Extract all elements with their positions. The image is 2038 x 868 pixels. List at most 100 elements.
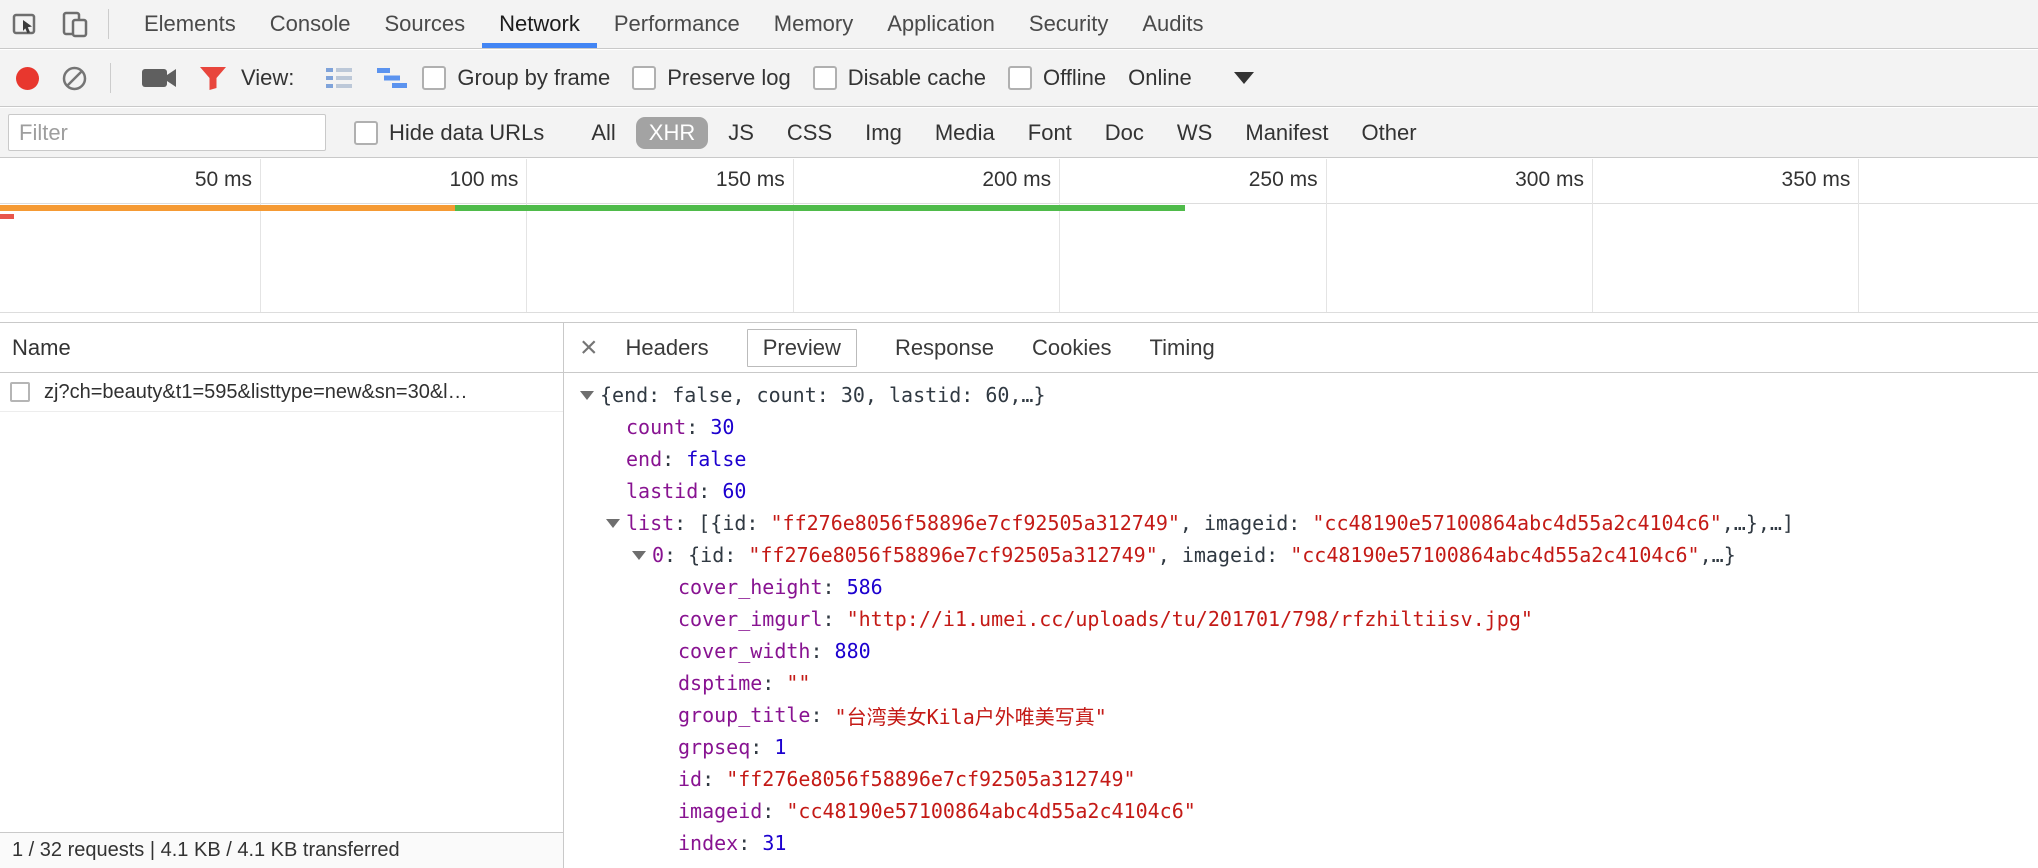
json-segment-num: 30 <box>710 415 734 439</box>
device-toolbar-button[interactable] <box>50 0 100 48</box>
json-segment-str: "" <box>786 671 810 695</box>
preview-tree-row[interactable]: dsptime: "" <box>564 667 2038 699</box>
name-column-header[interactable]: Name <box>0 323 563 373</box>
tree-expander-icon[interactable] <box>578 379 600 411</box>
throttling-dropdown-icon[interactable] <box>1234 72 1254 84</box>
funnel-icon <box>199 66 227 91</box>
clear-icon <box>61 65 88 92</box>
tree-indent-spacer <box>656 731 678 763</box>
json-segment-plain: : <box>698 479 722 503</box>
network-summary-bar: 1 / 32 requests | 4.1 KB / 4.1 KB transf… <box>0 832 563 868</box>
filter-type-font[interactable]: Font <box>1015 117 1085 149</box>
json-segment-str: "ff276e8056f58896e7cf92505a312749" <box>748 543 1157 567</box>
filter-type-xhr[interactable]: XHR <box>636 117 708 149</box>
filter-type-doc[interactable]: Doc <box>1092 117 1157 149</box>
json-segment-key: dsptime <box>678 671 762 695</box>
tree-indent-spacer <box>604 443 626 475</box>
preview-tree-row[interactable]: index: 31 <box>564 827 2038 859</box>
tab-elements[interactable]: Elements <box>127 0 253 48</box>
timeline-gridline <box>1326 159 1327 312</box>
preview-tree-row[interactable]: count: 30 <box>564 411 2038 443</box>
checkbox-icon <box>632 66 656 90</box>
tree-expander-icon[interactable] <box>604 507 626 539</box>
preview-tree-row[interactable]: grpseq: 1 <box>564 731 2038 763</box>
filter-toggle-button[interactable] <box>191 50 235 106</box>
disable-cache-checkbox[interactable]: Disable cache <box>813 65 986 91</box>
offline-checkbox[interactable]: Offline <box>1008 65 1106 91</box>
overview-request-bar[interactable] <box>455 205 1185 211</box>
preview-tree-row[interactable]: cover_imgurl: "http://i1.umei.cc/uploads… <box>564 603 2038 635</box>
clear-button[interactable] <box>53 50 96 106</box>
json-segment-key: cover_width <box>678 639 810 663</box>
filter-type-media[interactable]: Media <box>922 117 1008 149</box>
preview-tree-row[interactable]: cover_width: 880 <box>564 635 2038 667</box>
tree-indent-spacer <box>656 795 678 827</box>
hide-data-urls-checkbox[interactable]: Hide data URLs <box>354 120 544 146</box>
tab-audits[interactable]: Audits <box>1125 0 1220 48</box>
tree-expander-icon[interactable] <box>630 539 652 571</box>
preview-tree-row[interactable]: group_title: "台湾美女Kila户外唯美写真" <box>564 699 2038 731</box>
json-preview-tree: {end: false, count: 30, lastid: 60,…} cou… <box>564 373 2038 868</box>
tab-memory[interactable]: Memory <box>757 0 870 48</box>
hide-data-urls-label: Hide data URLs <box>389 120 544 146</box>
filter-type-all[interactable]: All <box>578 117 628 149</box>
close-details-button[interactable]: × <box>580 333 598 363</box>
overview-request-bar[interactable] <box>0 214 14 219</box>
filter-type-css[interactable]: CSS <box>774 117 845 149</box>
detail-tab-preview[interactable]: Preview <box>747 329 857 367</box>
timeline-overview[interactable]: 50 ms100 ms150 ms200 ms250 ms300 ms350 m… <box>0 159 2038 313</box>
json-segment-plain: : <box>686 415 710 439</box>
json-segment-key: end <box>626 447 662 471</box>
detail-tab-cookies[interactable]: Cookies <box>1032 330 1111 366</box>
panel-tabs: Elements Console Sources Network Perform… <box>127 0 1221 48</box>
preview-tree-row[interactable]: {end: false, count: 30, lastid: 60,…} <box>564 379 2038 411</box>
request-details-panel: × Headers Preview Response Cookies Timin… <box>564 323 2038 868</box>
detail-tab-headers[interactable]: Headers <box>626 330 709 366</box>
inspect-cursor-icon <box>10 9 40 39</box>
tab-console[interactable]: Console <box>253 0 368 48</box>
group-by-frame-label: Group by frame <box>457 65 610 91</box>
device-toolbar-icon <box>60 9 90 39</box>
tab-sources[interactable]: Sources <box>367 0 482 48</box>
inspect-element-button[interactable] <box>0 0 50 48</box>
json-segment-num: 586 <box>847 575 883 599</box>
filter-type-manifest[interactable]: Manifest <box>1232 117 1341 149</box>
filter-type-other[interactable]: Other <box>1349 117 1430 149</box>
preview-tree-row[interactable]: cover_height: 586 <box>564 571 2038 603</box>
throttling-select[interactable]: Online <box>1128 65 1192 91</box>
json-segment-num: 1 <box>774 735 786 759</box>
tab-performance[interactable]: Performance <box>597 0 757 48</box>
preview-tree-row[interactable]: end: false <box>564 443 2038 475</box>
json-segment-plain: : <box>662 447 686 471</box>
capture-screenshots-button[interactable] <box>133 50 185 106</box>
preview-tree-row[interactable]: imageid: "cc48190e57100864abc4d55a2c4104… <box>564 795 2038 827</box>
preview-tree-row[interactable]: id: "ff276e8056f58896e7cf92505a312749" <box>564 763 2038 795</box>
preserve-log-checkbox[interactable]: Preserve log <box>632 65 791 91</box>
filter-input[interactable] <box>8 114 326 151</box>
network-filter-bar: Hide data URLs All XHR JS CSS Img Media … <box>0 108 2038 158</box>
show-overview-button[interactable] <box>368 50 416 106</box>
filter-type-js[interactable]: JS <box>715 117 767 149</box>
json-segment-plain: {end: false, count: 30, lastid: 60,…} <box>600 383 1046 407</box>
camera-icon <box>141 65 177 91</box>
json-segment-plain: : <box>810 639 834 663</box>
record-button[interactable] <box>8 50 47 106</box>
detail-tab-timing[interactable]: Timing <box>1150 330 1215 366</box>
tab-application[interactable]: Application <box>870 0 1012 48</box>
json-segment-str: "ff276e8056f58896e7cf92505a312749" <box>726 767 1135 791</box>
preview-tree-row[interactable]: list: [{id: "ff276e8056f58896e7cf92505a3… <box>564 507 2038 539</box>
small-request-rows-button[interactable] <box>316 50 362 106</box>
preserve-log-label: Preserve log <box>667 65 791 91</box>
group-by-frame-checkbox[interactable]: Group by frame <box>422 65 610 91</box>
detail-tab-response[interactable]: Response <box>895 330 994 366</box>
request-row[interactable]: zj?ch=beauty&t1=595&listtype=new&sn=30&l… <box>0 373 563 412</box>
tab-security[interactable]: Security <box>1012 0 1125 48</box>
filter-type-ws[interactable]: WS <box>1164 117 1225 149</box>
preview-tree-row[interactable]: lastid: 60 <box>564 475 2038 507</box>
toolbar-separator <box>110 63 111 93</box>
filter-type-img[interactable]: Img <box>852 117 915 149</box>
preview-tree-row[interactable]: 0: {id: "ff276e8056f58896e7cf92505a31274… <box>564 539 2038 571</box>
overview-request-bar[interactable] <box>0 205 455 211</box>
tree-indent-spacer <box>656 635 678 667</box>
tab-network[interactable]: Network <box>482 0 597 48</box>
